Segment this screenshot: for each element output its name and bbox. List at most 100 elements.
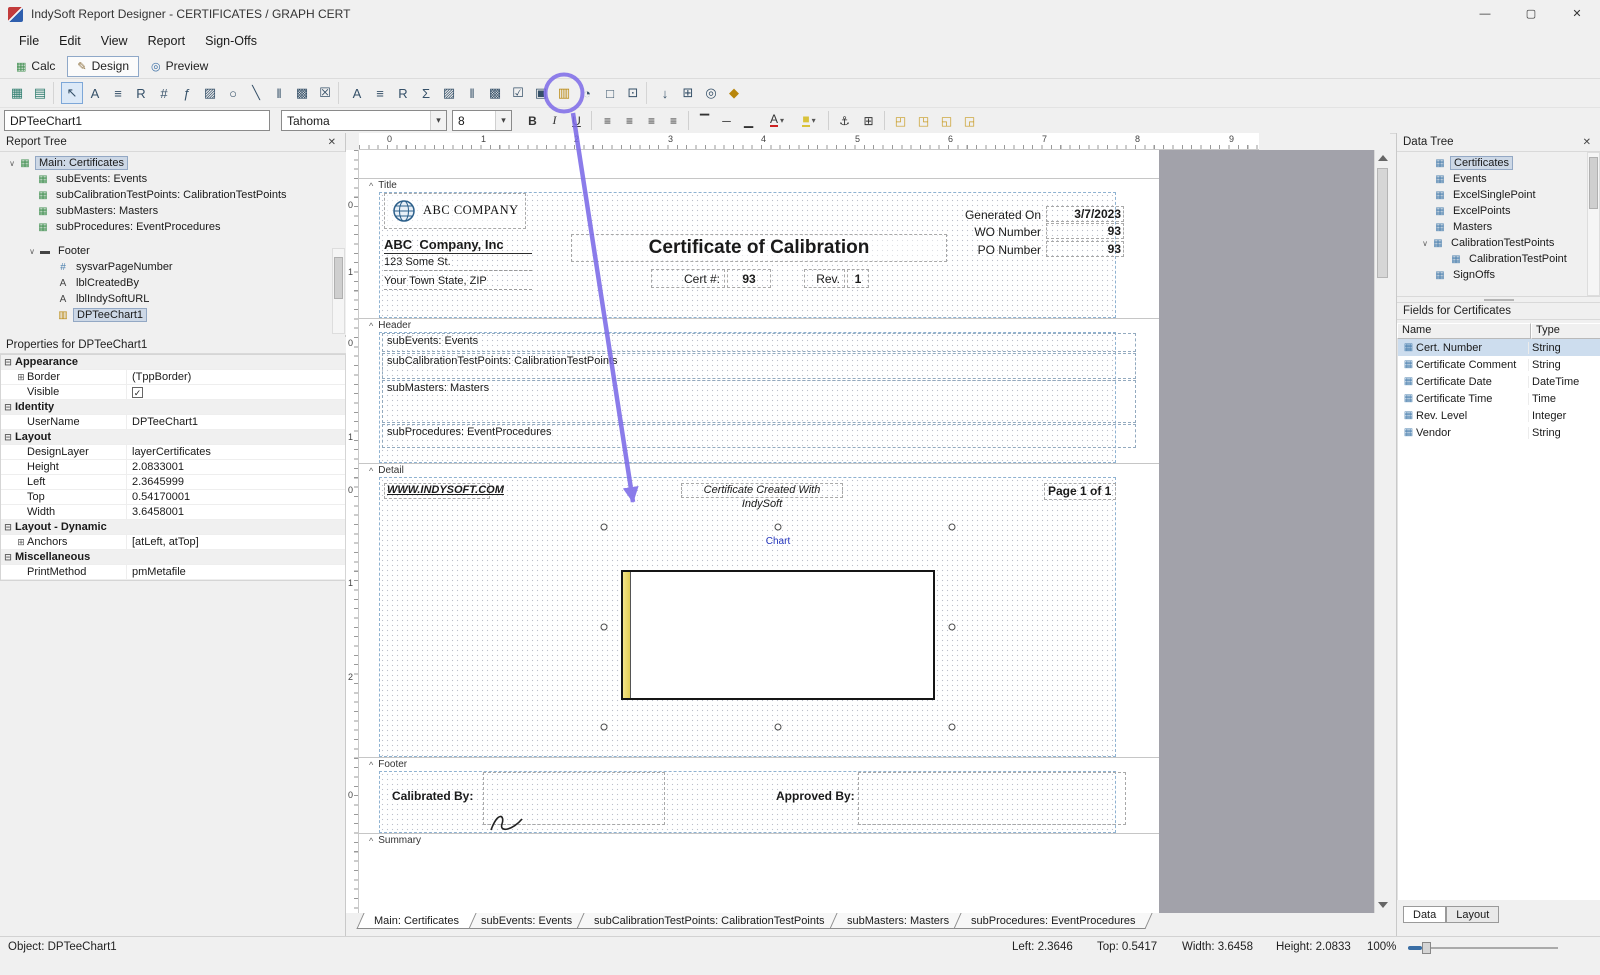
collapse-icon[interactable]: ⊟: [1, 522, 15, 533]
prop-value[interactable]: layerCertificates: [127, 446, 345, 458]
crosstab-tool-icon[interactable]: ⊞: [677, 82, 699, 104]
title-band[interactable]: ABC COMPANY ABC Company, Inc 123 Some St…: [359, 192, 1159, 318]
field-row-certificate-comment[interactable]: ▦ Certificate Comment String: [1398, 356, 1600, 373]
expand-icon[interactable]: ⊞: [15, 372, 27, 383]
dbtext-tool-icon[interactable]: A: [346, 82, 368, 104]
band-divider-footer[interactable]: ^ Footer: [359, 757, 1159, 771]
company-address1-label[interactable]: 123 Some St.: [384, 256, 532, 271]
align-center-icon[interactable]: ≡: [619, 110, 640, 131]
data-item-calibrationtestpoints[interactable]: ∨ ▦ CalibrationTestPoints: [1397, 235, 1600, 251]
cert-number-label[interactable]: Cert #:: [651, 269, 725, 288]
calibrated-by-label[interactable]: Calibrated By:: [392, 789, 476, 804]
barcode2d-tool-icon[interactable]: ▩: [291, 82, 313, 104]
dbcalc-tool-icon[interactable]: Σ: [415, 82, 437, 104]
scrollbar-thumb[interactable]: [334, 257, 343, 299]
data-item-certificates[interactable]: ▦ Certificates: [1397, 155, 1600, 171]
prop-value[interactable]: 2.0833001: [127, 461, 345, 473]
header-band[interactable]: subEvents: Events subCalibrationTestPoin…: [359, 332, 1159, 463]
format-tool-icon[interactable]: ◆: [723, 82, 745, 104]
prop-row-left[interactable]: Left 2.3645999: [1, 475, 345, 490]
collapse-icon[interactable]: ⊟: [1, 402, 15, 413]
align-justify-icon[interactable]: ≡: [663, 110, 684, 131]
line-tool-icon[interactable]: ╲: [245, 82, 267, 104]
prop-group-layout[interactable]: ⊟ Layout: [1, 430, 345, 445]
prop-row-height[interactable]: Height 2.0833001: [1, 460, 345, 475]
tab-layout[interactable]: Layout: [1446, 906, 1499, 923]
cert-number-value[interactable]: 93: [727, 269, 771, 288]
chevron-down-icon[interactable]: ▾: [430, 111, 446, 130]
valign-top-icon[interactable]: ▔: [694, 110, 715, 131]
fill-color-button[interactable]: ■ ▾: [795, 110, 823, 131]
generated-on-label[interactable]: Generated On: [959, 208, 1041, 222]
design-canvas[interactable]: 0 1 2 3 4 5 6 7 8 9 0 1 0 1 0 1 2 0: [346, 133, 1390, 913]
field-row-cert-number[interactable]: ▦ Cert. Number String: [1398, 339, 1600, 356]
select-tool-icon[interactable]: ↖: [61, 82, 83, 104]
chevron-down-icon[interactable]: ▾: [812, 116, 816, 125]
checkbox-tool-icon[interactable]: ☒: [314, 82, 336, 104]
dbteechart-tool-icon[interactable]: ▥: [553, 82, 575, 104]
bring-to-front-icon[interactable]: ◰: [890, 110, 911, 131]
rev-label[interactable]: Rev.: [804, 269, 845, 288]
dbbarcode-tool-icon[interactable]: ‖: [461, 82, 483, 104]
align-left-icon[interactable]: ≡: [597, 110, 618, 131]
approved-by-label[interactable]: Approved By:: [776, 789, 862, 804]
tree-item-dpteechart1[interactable]: ▥ DPTeeChart1: [0, 307, 346, 323]
selection-handle[interactable]: [949, 524, 956, 531]
menu-view[interactable]: View: [92, 31, 137, 51]
calibrated-signature-box[interactable]: [483, 772, 665, 825]
prop-value[interactable]: pmMetafile: [127, 566, 345, 578]
scroll-down-icon[interactable]: [1378, 902, 1388, 908]
object-selector[interactable]: DPTeeChart1: [4, 110, 270, 131]
field-row-vendor[interactable]: ▦ Vendor String: [1398, 424, 1600, 441]
rev-value[interactable]: 1: [847, 269, 869, 288]
font-size-selector[interactable]: 8 ▾: [452, 110, 512, 131]
valign-bottom-icon[interactable]: ▁: [738, 110, 759, 131]
zoom-slider[interactable]: [1408, 941, 1558, 955]
dbimage-tool-icon[interactable]: ▨: [438, 82, 460, 104]
prop-value[interactable]: 2.3645999: [127, 476, 345, 488]
selection-handle[interactable]: [601, 524, 608, 531]
fields-col-type[interactable]: Type: [1531, 323, 1600, 339]
image-tool-icon[interactable]: ▨: [199, 82, 221, 104]
po-number-label[interactable]: PO Number: [959, 243, 1041, 257]
prop-row-top[interactable]: Top 0.54170001: [1, 490, 345, 505]
selection-handle[interactable]: [601, 724, 608, 731]
tree-item-lblindysofturl[interactable]: A lblIndySoftURL: [0, 291, 346, 307]
report-tree[interactable]: ∨ ▦ Main: Certificates ▦ subEvents: Even…: [0, 152, 346, 335]
data-item-masters[interactable]: ▦ Masters: [1397, 219, 1600, 235]
tree-item-sysvarpagenumber[interactable]: # sysvarPageNumber: [0, 259, 346, 275]
underline-button[interactable]: U: [566, 110, 587, 131]
data-item-events[interactable]: ▦ Events: [1397, 171, 1600, 187]
sysvar-tool-icon[interactable]: #: [153, 82, 175, 104]
selection-handle[interactable]: [949, 724, 956, 731]
selection-handle[interactable]: [601, 624, 608, 631]
created-with-label[interactable]: Certificate Created With IndySoft: [681, 483, 843, 498]
prop-value[interactable]: 0.54170001: [127, 491, 345, 503]
region-tool-icon[interactable]: □: [599, 82, 621, 104]
selection-handle[interactable]: [775, 524, 782, 531]
approved-signature-box[interactable]: [858, 772, 1126, 825]
expand-icon[interactable]: ⊞: [15, 537, 27, 548]
scroll-up-icon[interactable]: [1378, 155, 1388, 161]
dbbarcode2d-tool-icon[interactable]: ▩: [484, 82, 506, 104]
move-backward-icon[interactable]: ◱: [936, 110, 957, 131]
subreport-calibrationtestpoints[interactable]: subCalibrationTestPoints: CalibrationTes…: [382, 353, 1136, 379]
band-divider-detail[interactable]: ^ Detail: [359, 463, 1159, 477]
subreport-eventprocedures[interactable]: subProcedures: EventProcedures: [382, 424, 1136, 448]
tree-item-subprocedures[interactable]: ▦ subProcedures: EventProcedures: [0, 219, 346, 235]
dbcheckbox-tool-icon[interactable]: ☑: [507, 82, 529, 104]
dbrichtext-tool-icon[interactable]: R: [392, 82, 414, 104]
chevron-down-icon[interactable]: ▾: [495, 111, 511, 130]
generated-on-value[interactable]: 3/7/2023: [1046, 206, 1124, 222]
maximize-button[interactable]: ▢: [1508, 0, 1554, 28]
report-tree-close-icon[interactable]: ✕: [325, 137, 339, 148]
prop-value[interactable]: [atLeft, atTop]: [127, 536, 345, 548]
selection-handle[interactable]: [949, 624, 956, 631]
data-item-excelsinglepoint[interactable]: ▦ ExcelSinglePoint: [1397, 187, 1600, 203]
indysoft-url-label[interactable]: WWW.INDYSOFT.COM: [384, 483, 490, 499]
search-tool-icon[interactable]: ◎: [700, 82, 722, 104]
prop-value[interactable]: DPTeeChart1: [127, 416, 345, 428]
send-to-back-icon[interactable]: ◲: [959, 110, 980, 131]
prop-row-width[interactable]: Width 3.6458001: [1, 505, 345, 520]
valign-middle-icon[interactable]: ─: [716, 110, 737, 131]
